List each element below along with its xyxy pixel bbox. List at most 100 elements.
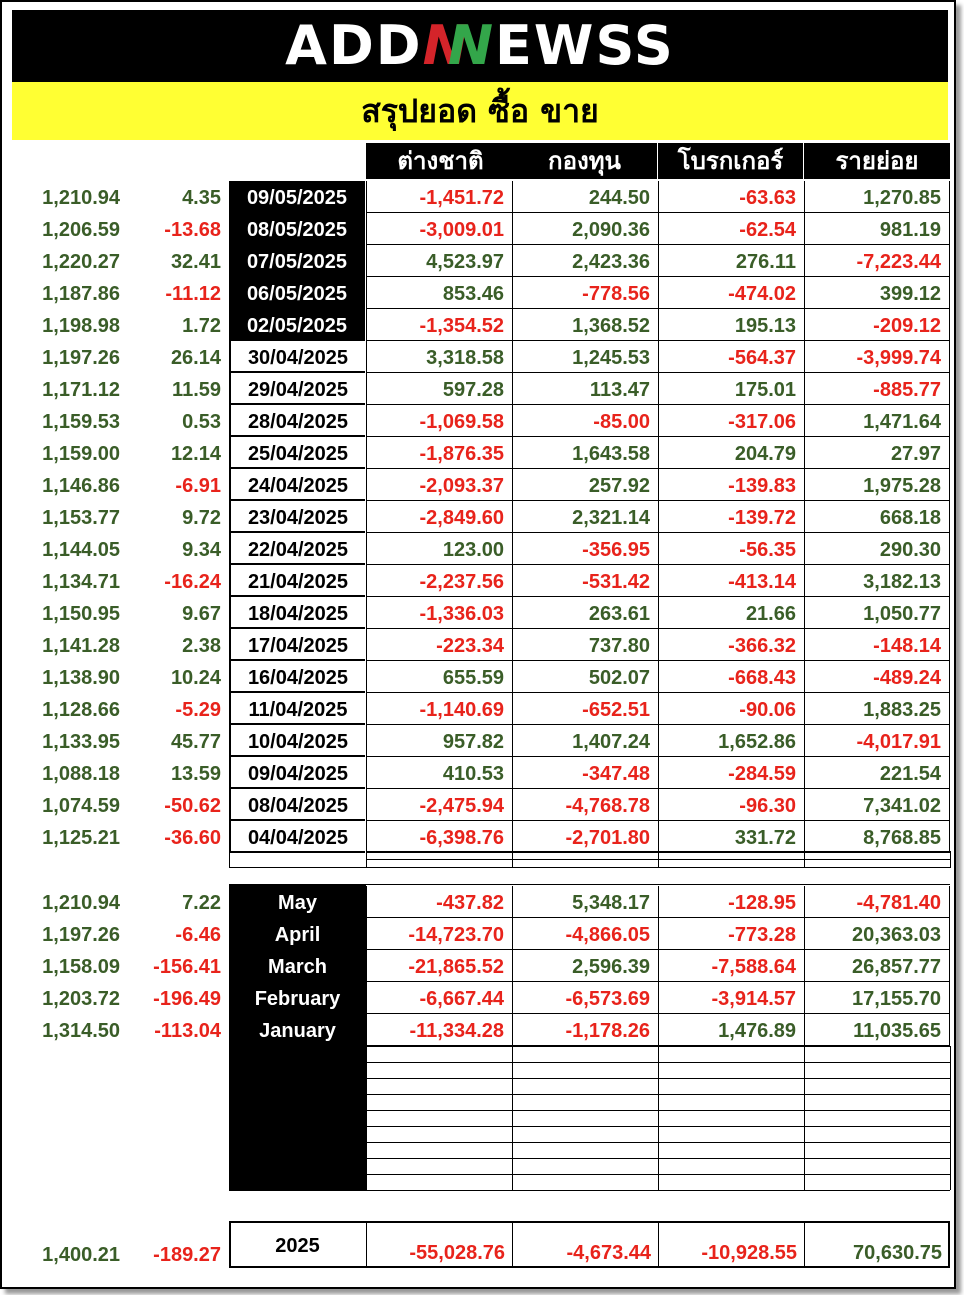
monthly-row: 1,197.26 -6.46 April -14,723.70 -4,866.05 -77… xyxy=(0,918,964,950)
set-change: -6.46 xyxy=(175,924,221,946)
value-fund: 502.07 xyxy=(512,661,659,693)
value-retail: -489.24 xyxy=(804,661,950,693)
value-foreign: -223.34 xyxy=(366,629,513,661)
set-change: -11.12 xyxy=(165,283,221,305)
value-broker: -413.14 xyxy=(658,565,805,597)
value-fund: 263.61 xyxy=(512,597,659,629)
set-index: 1,133.95 xyxy=(42,731,120,753)
value-fund: -347.48 xyxy=(512,757,659,789)
value-broker: -773.28 xyxy=(658,918,805,950)
value-foreign: -11,334.28 xyxy=(366,1014,513,1046)
set-change: 12.14 xyxy=(170,443,221,465)
value-foreign: -1,876.35 xyxy=(366,437,513,469)
value-fund: -4,866.05 xyxy=(512,918,659,950)
value-retail: 1,883.25 xyxy=(804,693,950,725)
set-index: 1,206.59 xyxy=(42,219,120,241)
set-change: -13.68 xyxy=(164,219,221,241)
set-change: 9.34 xyxy=(182,539,221,561)
value-fund: 737.80 xyxy=(512,629,659,661)
grid-line xyxy=(512,1046,513,1190)
trade-date: 06/05/2025 xyxy=(229,277,365,309)
set-change: -156.41 xyxy=(153,956,221,978)
trade-date: 16/04/2025 xyxy=(229,661,365,693)
trade-date: 21/04/2025 xyxy=(229,565,365,597)
monthly-row: 1,314.50 -113.04 January -11,334.28 -1,178.2… xyxy=(0,1014,964,1046)
grid-line xyxy=(658,1046,659,1190)
value-foreign: 3,318.58 xyxy=(366,341,513,373)
value-retail: -209.12 xyxy=(804,309,950,341)
set-index: 1,146.86 xyxy=(42,475,120,497)
value-broker: -3,914.57 xyxy=(658,982,805,1014)
value-broker: -366.32 xyxy=(658,629,805,661)
daily-row: 1,138.90 10.24 16/04/2025 655.59 502.07 -668.… xyxy=(0,661,964,693)
set-change: 0.53 xyxy=(182,411,221,433)
grid-line xyxy=(366,1046,367,1190)
value-retail: -4,781.40 xyxy=(804,886,950,918)
set-change: -5.29 xyxy=(175,699,221,721)
daily-row: 1,146.86 -6.91 24/04/2025 -2,093.37 257.92 -1… xyxy=(0,469,964,501)
value-retail: -4,017.91 xyxy=(804,725,950,757)
trade-date: 23/04/2025 xyxy=(229,501,365,533)
value-fund: -778.56 xyxy=(512,277,659,309)
monthly-row: 1,210.94 7.22 May -437.82 5,348.17 -128.95 -4,… xyxy=(0,886,964,918)
value-foreign: -6,667.44 xyxy=(366,982,513,1014)
daily-row: 1,125.21 -36.60 04/04/2025 -6,398.76 -2,701.… xyxy=(0,821,964,853)
value-retail: 1,975.28 xyxy=(804,469,950,501)
trade-date: 22/04/2025 xyxy=(229,533,365,565)
yearly-change: -189.27 xyxy=(153,1244,221,1266)
value-retail: 27.97 xyxy=(804,437,950,469)
spacer-line xyxy=(366,851,367,868)
set-change: 7.22 xyxy=(182,892,221,914)
value-foreign: -1,451.72 xyxy=(366,181,513,213)
trade-date: 29/04/2025 xyxy=(229,373,365,405)
value-fund: -531.42 xyxy=(512,565,659,597)
value-retail: -7,223.44 xyxy=(804,245,950,277)
trade-date: 25/04/2025 xyxy=(229,437,365,469)
value-broker: -564.37 xyxy=(658,341,805,373)
value-retail: 1,050.77 xyxy=(804,597,950,629)
value-broker: -63.63 xyxy=(658,181,805,213)
value-broker: 276.11 xyxy=(658,245,805,277)
set-index: 1,074.59 xyxy=(42,795,120,817)
trade-date: 09/05/2025 xyxy=(229,181,365,213)
header-foreign: ต่างชาติ xyxy=(366,143,513,179)
set-index: 1,138.90 xyxy=(42,667,120,689)
daily-row: 1,141.28 2.38 17/04/2025 -223.34 737.80 -366.… xyxy=(0,629,964,661)
value-fund: 2,423.36 xyxy=(512,245,659,277)
trade-date: 09/04/2025 xyxy=(229,757,365,789)
value-retail: 26,857.77 xyxy=(804,950,950,982)
spacer-line xyxy=(804,851,805,868)
yearly-broker: -10,928.55 xyxy=(701,1242,797,1264)
value-foreign: 853.46 xyxy=(366,277,513,309)
month-label: February xyxy=(229,982,366,1014)
spacer-line xyxy=(229,867,950,868)
value-broker: 204.79 xyxy=(658,437,805,469)
daily-row: 1,150.95 9.67 18/04/2025 -1,336.03 263.61 21.… xyxy=(0,597,964,629)
value-foreign: -6,398.76 xyxy=(366,821,513,853)
daily-row: 1,153.77 9.72 23/04/2025 -2,849.60 2,321.14-… xyxy=(0,501,964,533)
set-change: 9.72 xyxy=(182,507,221,529)
daily-row: 1,134.71 -16.24 21/04/2025 -2,237.56 -531.42… xyxy=(0,565,964,597)
value-broker: -284.59 xyxy=(658,757,805,789)
set-change: -50.62 xyxy=(164,795,221,817)
page-title: สรุปยอด ซื้อ ขาย xyxy=(12,82,948,140)
value-broker: -139.83 xyxy=(658,469,805,501)
daily-row: 1,171.12 11.59 29/04/2025 597.28 113.47 175.0… xyxy=(0,373,964,405)
value-retail: -148.14 xyxy=(804,629,950,661)
value-fund: 257.92 xyxy=(512,469,659,501)
value-broker: 1,652.86 xyxy=(658,725,805,757)
header-fund: กองทุน xyxy=(512,143,657,179)
set-change: -16.24 xyxy=(164,571,221,593)
set-index: 1,158.09 xyxy=(42,956,120,978)
value-foreign: -2,475.94 xyxy=(366,789,513,821)
value-retail: 1,270.85 xyxy=(804,181,950,213)
value-foreign: -1,069.58 xyxy=(366,405,513,437)
value-retail: 17,155.70 xyxy=(804,982,950,1014)
daily-row: 1,159.00 12.14 25/04/2025 -1,876.35 1,643.58… xyxy=(0,437,964,469)
month-table-top xyxy=(366,884,950,885)
value-foreign: 655.59 xyxy=(366,661,513,693)
set-change: 10.24 xyxy=(170,667,221,689)
value-fund: 1,407.24 xyxy=(512,725,659,757)
trade-date: 02/05/2025 xyxy=(229,309,365,341)
value-broker: -668.43 xyxy=(658,661,805,693)
